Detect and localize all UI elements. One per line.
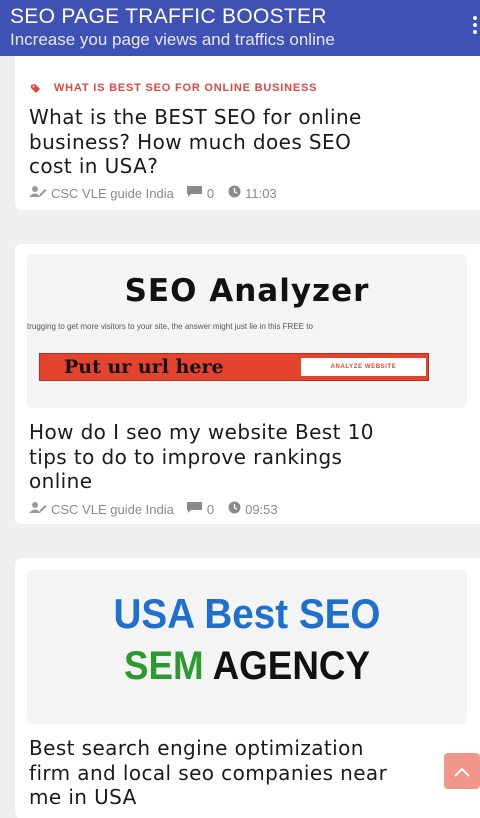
app-bar: SEO PAGE TRAFFIC BOOSTER Increase you pa… — [0, 0, 480, 56]
post-author[interactable]: CSC VLE guide India — [51, 502, 174, 517]
post-meta: CSC VLE guide India 0 09:53 — [29, 501, 278, 517]
tag-icon — [30, 83, 41, 94]
post-thumbnail[interactable]: SEO Analyzer trugging to get more visito… — [27, 254, 467, 408]
post-time: 11:03 — [245, 185, 277, 201]
post-thumbnail[interactable]: USA Best SEO SEM AGENCY — [27, 570, 467, 724]
author-icon — [29, 185, 47, 201]
post-title-line: firm and local seo companies near — [29, 760, 388, 785]
app-subtitle: Increase you page views and traffics onl… — [10, 30, 335, 49]
category-label: WHAT IS BEST SEO FOR ONLINE BUSINESS — [54, 82, 318, 94]
post-title-line: Best search engine optimization — [29, 736, 364, 760]
post-author[interactable]: CSC VLE guide India — [51, 186, 174, 201]
thumbnail-line2: SEM AGENCY — [45, 644, 450, 689]
chevron-up-icon — [454, 762, 470, 781]
post-title-line: tips to do to improve rankings — [29, 444, 343, 469]
thumbnail-sem: SEM — [123, 644, 204, 688]
post-title[interactable]: What is the BEST SEO for online business… — [29, 105, 362, 179]
more-vert-icon[interactable] — [470, 14, 480, 40]
thumbnail-url-text: Put ur url here — [64, 356, 224, 378]
post-title-line: online — [29, 469, 93, 493]
clock-icon — [228, 501, 241, 517]
thumbnail-url-bar: Put ur url here ANALYZE WEBSITE — [39, 353, 429, 381]
thumbnail-heading: SEO Analyzer — [124, 273, 370, 309]
comment-count[interactable]: 0 — [207, 502, 214, 517]
thumbnail-analyze-button: ANALYZE WEBSITE — [301, 358, 426, 376]
comment-icon — [186, 185, 203, 201]
post-title-line: business? How much does SEO — [29, 129, 352, 154]
thumbnail-agency: AGENCY — [212, 644, 371, 688]
app-title: SEO PAGE TRAFFIC BOOSTER — [10, 5, 327, 28]
post-category[interactable]: WHAT IS BEST SEO FOR ONLINE BUSINESS — [30, 82, 317, 94]
post-title[interactable]: How do I seo my website Best 10 tips to … — [29, 420, 374, 494]
post-title-line: What is the BEST SEO for online — [29, 105, 362, 129]
post-title-line: cost in USA? — [29, 154, 159, 178]
post-title-line: How do I seo my website Best 10 — [29, 420, 374, 444]
post-time: 09:53 — [245, 501, 278, 517]
clock-icon — [228, 185, 241, 201]
comment-count[interactable]: 0 — [207, 186, 214, 201]
scroll-top-button[interactable] — [444, 753, 480, 789]
post-card[interactable]: USA Best SEO SEM AGENCY Best search engi… — [15, 558, 480, 818]
thumbnail-line1: USA Best SEO — [113, 590, 381, 637]
comment-icon — [186, 501, 203, 517]
post-title-line: me in USA — [29, 785, 137, 809]
post-card[interactable]: SEO Analyzer trugging to get more visito… — [15, 244, 480, 524]
thumbnail-tagline: trugging to get more visitors to your si… — [27, 322, 313, 331]
post-meta: CSC VLE guide India 0 11:03 — [29, 185, 277, 201]
post-title[interactable]: Best search engine optimization firm and… — [29, 736, 387, 810]
author-icon — [29, 501, 47, 517]
post-card[interactable]: WHAT IS BEST SEO FOR ONLINE BUSINESS Wha… — [15, 36, 480, 210]
